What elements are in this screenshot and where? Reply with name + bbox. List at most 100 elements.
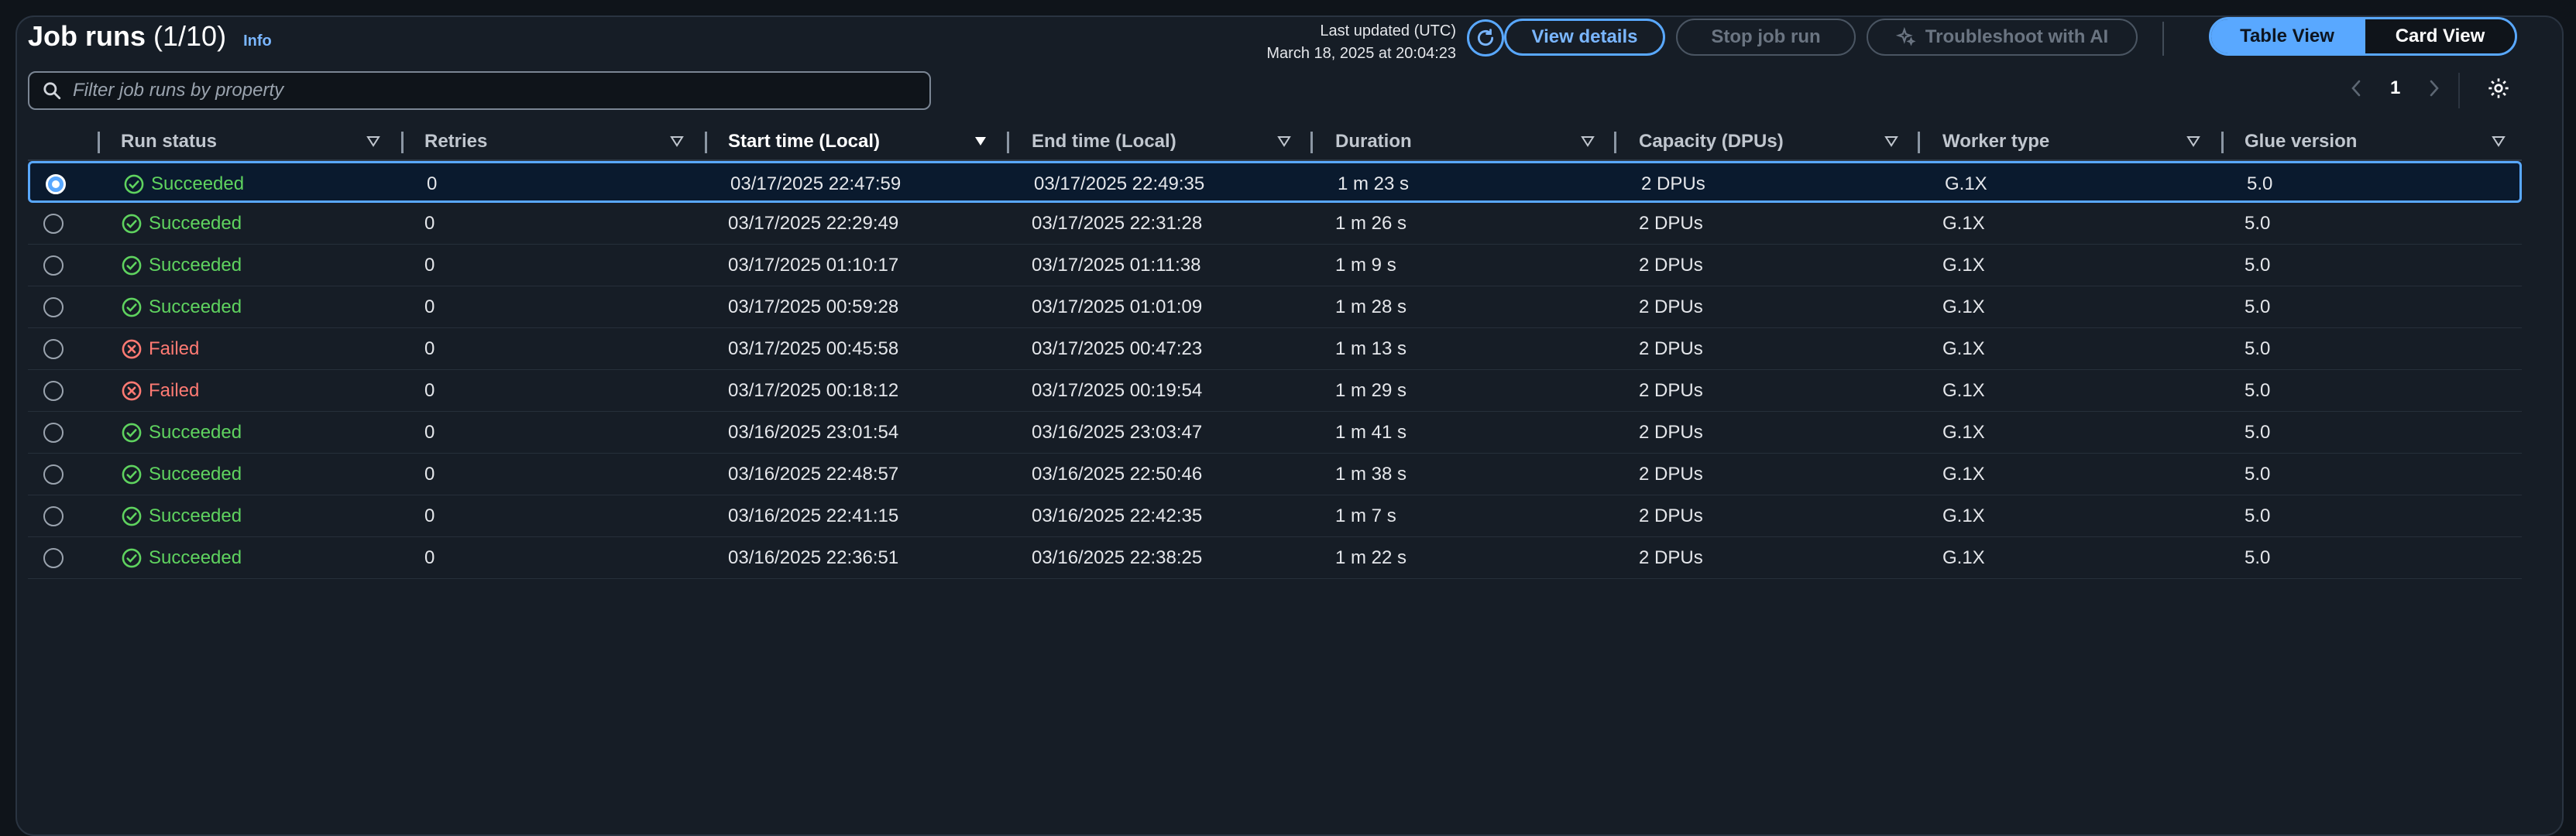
table-row[interactable]: Succeeded 0 03/16/2025 23:01:54 03/16/2025 … [28, 412, 2522, 454]
cell-retries: 0 [424, 255, 435, 276]
column-end-time[interactable]: End time (Local) [1032, 122, 1176, 161]
column-divider[interactable] [401, 132, 404, 153]
column-duration[interactable]: Duration [1335, 122, 1412, 161]
table-row[interactable]: Succeeded 0 03/16/2025 22:41:15 03/16/2025 … [28, 495, 2522, 537]
job-runs-table: Run status Retries Start time (Local) En… [28, 122, 2522, 579]
column-divider[interactable] [1918, 132, 1920, 153]
settings-button[interactable] [2486, 76, 2511, 104]
column-divider[interactable] [2221, 132, 2224, 153]
filter-icon[interactable] [1884, 134, 1899, 149]
row-select-radio[interactable] [46, 174, 66, 194]
cell-end-time: 03/17/2025 00:47:23 [1032, 338, 1203, 359]
row-select-radio[interactable] [43, 297, 64, 317]
column-start-time[interactable]: Start time (Local) [728, 122, 880, 161]
table-row[interactable]: Succeeded 0 03/17/2025 22:29:49 03/17/2025 … [28, 203, 2522, 245]
status-text: Succeeded [149, 255, 242, 276]
chevron-left-icon[interactable] [2348, 78, 2364, 98]
success-check-icon [122, 464, 142, 485]
cell-retries: 0 [424, 547, 435, 568]
status-text: Succeeded [149, 505, 242, 526]
table-row[interactable]: Succeeded 0 03/16/2025 22:36:51 03/16/2025 … [28, 537, 2522, 579]
cell-duration: 1 m 41 s [1335, 422, 1407, 443]
cell-glue-version: 5.0 [2245, 380, 2271, 401]
row-select-radio[interactable] [43, 506, 64, 526]
chevron-right-icon[interactable] [2427, 78, 2442, 98]
cell-run-status: Failed [121, 370, 199, 412]
cell-end-time: 03/16/2025 22:42:35 [1032, 505, 1203, 526]
filter-icon[interactable] [1276, 134, 1292, 149]
filter-icon[interactable] [1580, 134, 1595, 149]
column-divider[interactable] [705, 132, 707, 153]
cell-end-time: 03/17/2025 01:11:38 [1032, 255, 1201, 276]
cell-worker-type: G.1X [1942, 255, 1985, 276]
status-text: Succeeded [151, 173, 245, 194]
cell-end-time: 03/16/2025 22:50:46 [1032, 464, 1203, 485]
search-input[interactable] [73, 80, 909, 101]
card-view-button[interactable]: Card View [2363, 19, 2515, 53]
column-capacity[interactable]: Capacity (DPUs) [1639, 122, 1784, 161]
search-icon [43, 82, 61, 100]
stop-job-run-button[interactable]: Stop job run [1676, 19, 1856, 56]
table-row[interactable]: Failed 0 03/17/2025 00:18:12 03/17/2025 00:… [28, 370, 2522, 412]
row-select-radio[interactable] [43, 339, 64, 359]
cell-worker-type: G.1X [1942, 464, 1985, 485]
selection-count: (1/10) [153, 20, 227, 52]
cell-glue-version: 5.0 [2245, 464, 2271, 485]
column-glue-version[interactable]: Glue version [2245, 122, 2357, 161]
filter-icon[interactable] [2491, 134, 2506, 149]
error-x-icon [122, 339, 142, 359]
pagination-divider [2458, 73, 2460, 108]
table-row[interactable]: Succeeded 0 03/17/2025 00:59:28 03/17/2025 … [28, 286, 2522, 328]
gear-icon [2488, 78, 2509, 98]
status-text: Succeeded [149, 422, 242, 443]
page-title-text: Job runs [28, 20, 146, 52]
cell-end-time: 03/16/2025 23:03:47 [1032, 422, 1203, 443]
cell-duration: 1 m 9 s [1335, 255, 1396, 276]
cell-duration: 1 m 22 s [1335, 547, 1407, 568]
column-divider[interactable] [1007, 132, 1009, 153]
column-worker-type[interactable]: Worker type [1942, 122, 2049, 161]
column-divider[interactable] [98, 132, 100, 153]
column-divider[interactable] [1614, 132, 1616, 153]
cell-worker-type: G.1X [1942, 338, 1985, 359]
column-divider[interactable] [1310, 132, 1313, 153]
table-row[interactable]: Succeeded 0 03/16/2025 22:48:57 03/16/2025 … [28, 454, 2522, 495]
table-row[interactable]: Succeeded 0 03/17/2025 22:47:59 03/17/2025 … [28, 161, 2522, 203]
row-select-radio[interactable] [43, 548, 64, 568]
current-page[interactable]: 1 [2390, 77, 2400, 99]
cell-start-time: 03/16/2025 22:36:51 [728, 547, 899, 568]
cell-retries: 0 [424, 296, 435, 317]
troubleshoot-ai-button[interactable]: Troubleshoot with AI [1867, 19, 2138, 56]
table-view-button[interactable]: Table View [2211, 19, 2363, 53]
view-details-button[interactable]: View details [1504, 19, 1665, 56]
cell-start-time: 03/17/2025 01:10:17 [728, 255, 899, 276]
filter-icon[interactable] [2186, 134, 2201, 149]
cell-capacity: 2 DPUs [1639, 505, 1703, 526]
refresh-button[interactable] [1467, 19, 1504, 57]
pagination: 1 [2348, 77, 2442, 99]
table-row[interactable]: Succeeded 0 03/17/2025 01:10:17 03/17/2025 … [28, 245, 2522, 286]
sort-descending-icon[interactable] [973, 134, 988, 149]
table-row[interactable]: Failed 0 03/17/2025 00:45:58 03/17/2025 00:… [28, 328, 2522, 370]
filter-icon[interactable] [366, 134, 381, 149]
column-label: Glue version [2245, 131, 2358, 152]
column-retries[interactable]: Retries [424, 122, 487, 161]
cell-end-time: 03/17/2025 22:31:28 [1032, 213, 1203, 234]
cell-start-time: 03/16/2025 23:01:54 [728, 422, 899, 443]
column-run-status[interactable]: Run status [121, 122, 217, 161]
info-link[interactable]: Info [243, 33, 272, 50]
cell-start-time: 03/17/2025 22:47:59 [730, 173, 902, 194]
refresh-icon [1477, 29, 1494, 46]
cell-run-status: Succeeded [123, 163, 244, 205]
cell-start-time: 03/17/2025 00:18:12 [728, 380, 899, 401]
status-text: Failed [149, 338, 200, 359]
filter-icon[interactable] [669, 134, 685, 149]
row-select-radio[interactable] [43, 214, 64, 234]
row-select-radio[interactable] [43, 423, 64, 443]
success-check-icon [122, 423, 142, 443]
cell-worker-type: G.1X [1942, 505, 1985, 526]
row-select-radio[interactable] [43, 464, 64, 485]
row-select-radio[interactable] [43, 255, 64, 276]
row-select-radio[interactable] [43, 381, 64, 401]
success-check-icon [122, 506, 142, 526]
